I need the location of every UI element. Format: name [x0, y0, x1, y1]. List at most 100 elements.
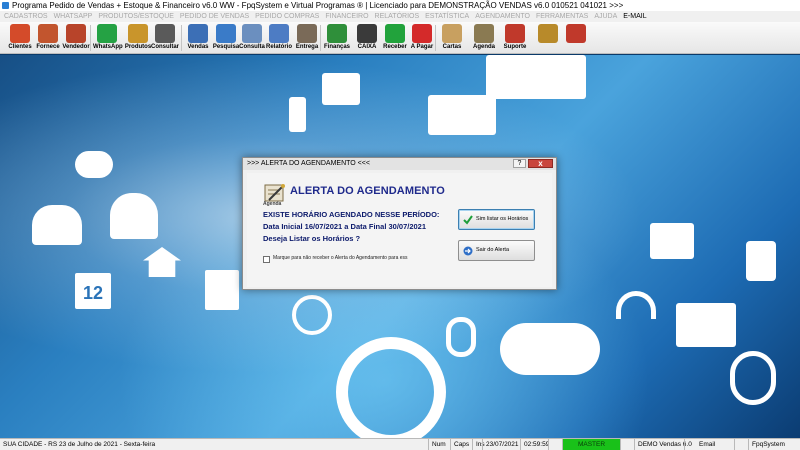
toolbar-button-fornece[interactable]: Fornece	[34, 23, 62, 53]
calendar-icon: 12	[75, 273, 111, 309]
menu-ferramentas[interactable]: FERRAMENTAS	[536, 11, 588, 22]
cashbox-icon	[357, 24, 377, 43]
toolbar-button-label: Relatório	[265, 44, 292, 50]
toolbar-button-label: Consulta	[239, 44, 265, 50]
menu-financeiro[interactable]: FINANCEIRO	[325, 11, 368, 22]
exit-arrow-icon	[463, 246, 473, 256]
status-version: DEMO Vendas 6.0	[634, 439, 692, 450]
status-empty-2	[734, 439, 748, 450]
toolbar-button-label: CAIXA	[357, 44, 377, 50]
dont-alert-checkbox-label[interactable]: Marque para não receber o Alerta do Agen…	[273, 255, 408, 261]
toolbar-button-label: Finanças	[323, 44, 350, 50]
menu-whatsapp[interactable]: WHATSAPP	[54, 11, 93, 22]
support-icon	[505, 24, 525, 43]
menu-pedido-compras[interactable]: PEDIDO COMPRAS	[255, 11, 319, 22]
menu-pedido-vendas[interactable]: PEDIDO DE VENDAS	[180, 11, 249, 22]
report-icon	[269, 24, 289, 43]
toolbar-button-consulta[interactable]: Consulta	[238, 23, 266, 53]
monitor-icon	[486, 55, 586, 99]
menu-estatistica[interactable]: ESTATÍSTICA	[425, 11, 469, 22]
headset-icon	[730, 351, 776, 405]
menu-ajuda[interactable]: AJUDA	[594, 11, 617, 22]
agenda-icon	[474, 24, 494, 43]
dialog-titlebar: >>> ALERTA DO AGENDAMENTO <<< ? x	[243, 158, 556, 170]
status-company: FpqSystem	[748, 439, 800, 450]
menu-email[interactable]: E-MAIL	[623, 11, 646, 22]
toolbar-button-vendas[interactable]: Vendas	[184, 23, 212, 53]
toolbar-separator	[320, 25, 321, 51]
status-caps: Caps	[450, 439, 472, 450]
receive-icon	[385, 24, 405, 43]
exit-icon	[566, 24, 586, 43]
agenda-icon	[264, 184, 285, 202]
toolbar-button-relat-rio[interactable]: Relatório	[265, 23, 293, 53]
network-icon	[292, 295, 332, 335]
phone-icon	[289, 97, 306, 132]
help-button[interactable]: ?	[513, 159, 526, 168]
demo-icon	[620, 439, 634, 450]
dont-alert-checkbox[interactable]	[263, 256, 270, 263]
wifi-icon	[616, 291, 656, 319]
status-ins: Ins	[472, 439, 485, 450]
app-icon	[2, 2, 9, 9]
toolbar-button-label: WhatsApp	[93, 44, 123, 50]
toolbar-button-vendedor[interactable]: Vendedor	[62, 23, 90, 53]
toolbar-button-caixa[interactable]: CAIXA	[353, 23, 381, 53]
toolbar-button-label: Pesquisa	[212, 44, 240, 50]
toolbar-button-whatsapp[interactable]: WhatsApp	[93, 23, 123, 53]
user-group-icon	[32, 205, 82, 245]
toolbar-button-produtos[interactable]: Produtos	[124, 23, 152, 53]
toolbar-separator	[90, 25, 91, 51]
toolbar-button-exit[interactable]	[562, 23, 590, 53]
status-time: 02:59:59	[520, 439, 549, 450]
close-button[interactable]: x	[528, 159, 553, 168]
toolbar-button-a-pagar[interactable]: A Pagar	[408, 23, 436, 53]
check-icon	[463, 215, 473, 225]
toolbar-button-agenda[interactable]: Agenda	[470, 23, 498, 53]
toolbar-button-backup[interactable]	[534, 23, 562, 53]
toolbar-button-label: Vendedor	[62, 44, 90, 50]
search-sales-icon	[216, 24, 236, 43]
list-schedules-button[interactable]: Sim listar os Horários	[458, 209, 535, 230]
toolbar-button-entrega[interactable]: Entrega	[293, 23, 321, 53]
toolbar-button-suporte[interactable]: Suporte	[501, 23, 529, 53]
letters-icon	[442, 24, 462, 43]
toolbar: Clientes Fornece Vendedor WhatsApp Produtos C…	[0, 22, 800, 54]
backup-icon	[538, 24, 558, 43]
consult-icon	[242, 24, 262, 43]
menu-produtos-estoque[interactable]: PRODUTOS/ESTOQUE	[98, 11, 174, 22]
status-master-badge: MASTER	[562, 439, 620, 450]
dialog-body: Agenda ALERTA DO AGENDAMENTO EXISTE HORÁ…	[247, 173, 552, 287]
toolbar-button-label: Clientes	[8, 44, 32, 50]
toolbar-button-cartas[interactable]: Cartas	[438, 23, 466, 53]
supplier-icon	[38, 24, 58, 43]
status-city-date: SUA CIDADE - RS 23 de Julho de 2021 - Se…	[3, 441, 156, 448]
toolbar-button-consultar[interactable]: Consultar	[151, 23, 179, 53]
menu-relatorios[interactable]: RELATÓRIOS	[375, 11, 420, 22]
dialog-title: >>> ALERTA DO AGENDAMENTO <<<	[247, 160, 370, 167]
toolbar-button-clientes[interactable]: Clientes	[6, 23, 34, 53]
agenda-icon-label: Agenda	[263, 201, 282, 207]
toolbar-button-receber[interactable]: Receber	[381, 23, 409, 53]
menu-bar: CADASTROS WHATSAPP PRODUTOS/ESTOQUE PEDI…	[0, 11, 800, 22]
toolbar-button-label: Receber	[383, 44, 407, 50]
menu-agendamento[interactable]: AGENDAMENTO	[475, 11, 530, 22]
tablet-icon	[322, 73, 360, 105]
seller-icon	[66, 24, 86, 43]
window-titlebar: Programa Pedido de Vendas + Estoque & Fi…	[0, 0, 800, 11]
monitor-chart-icon	[676, 303, 736, 347]
toolbar-button-pesquisa[interactable]: Pesquisa	[212, 23, 240, 53]
menu-cadastros[interactable]: CADASTROS	[4, 11, 48, 22]
toolbar-button-finan-as[interactable]: Finanças	[323, 23, 351, 53]
status-email[interactable]: Email	[696, 439, 734, 450]
dialog-heading: ALERTA DO AGENDAMENTO	[290, 185, 445, 197]
toolbar-button-label: Entrega	[295, 44, 319, 50]
window-title: Programa Pedido de Vendas + Estoque & Fi…	[12, 1, 624, 10]
status-empty	[548, 439, 562, 450]
toolbar-button-label: A Pagar	[410, 44, 434, 50]
toolbar-button-label: Agenda	[472, 44, 495, 50]
toolbar-separator	[181, 25, 182, 51]
exit-alert-button[interactable]: Sair do Alerta	[458, 240, 535, 261]
toolbar-button-label: Fornece	[36, 44, 60, 50]
cloud-upload-icon	[500, 323, 600, 375]
